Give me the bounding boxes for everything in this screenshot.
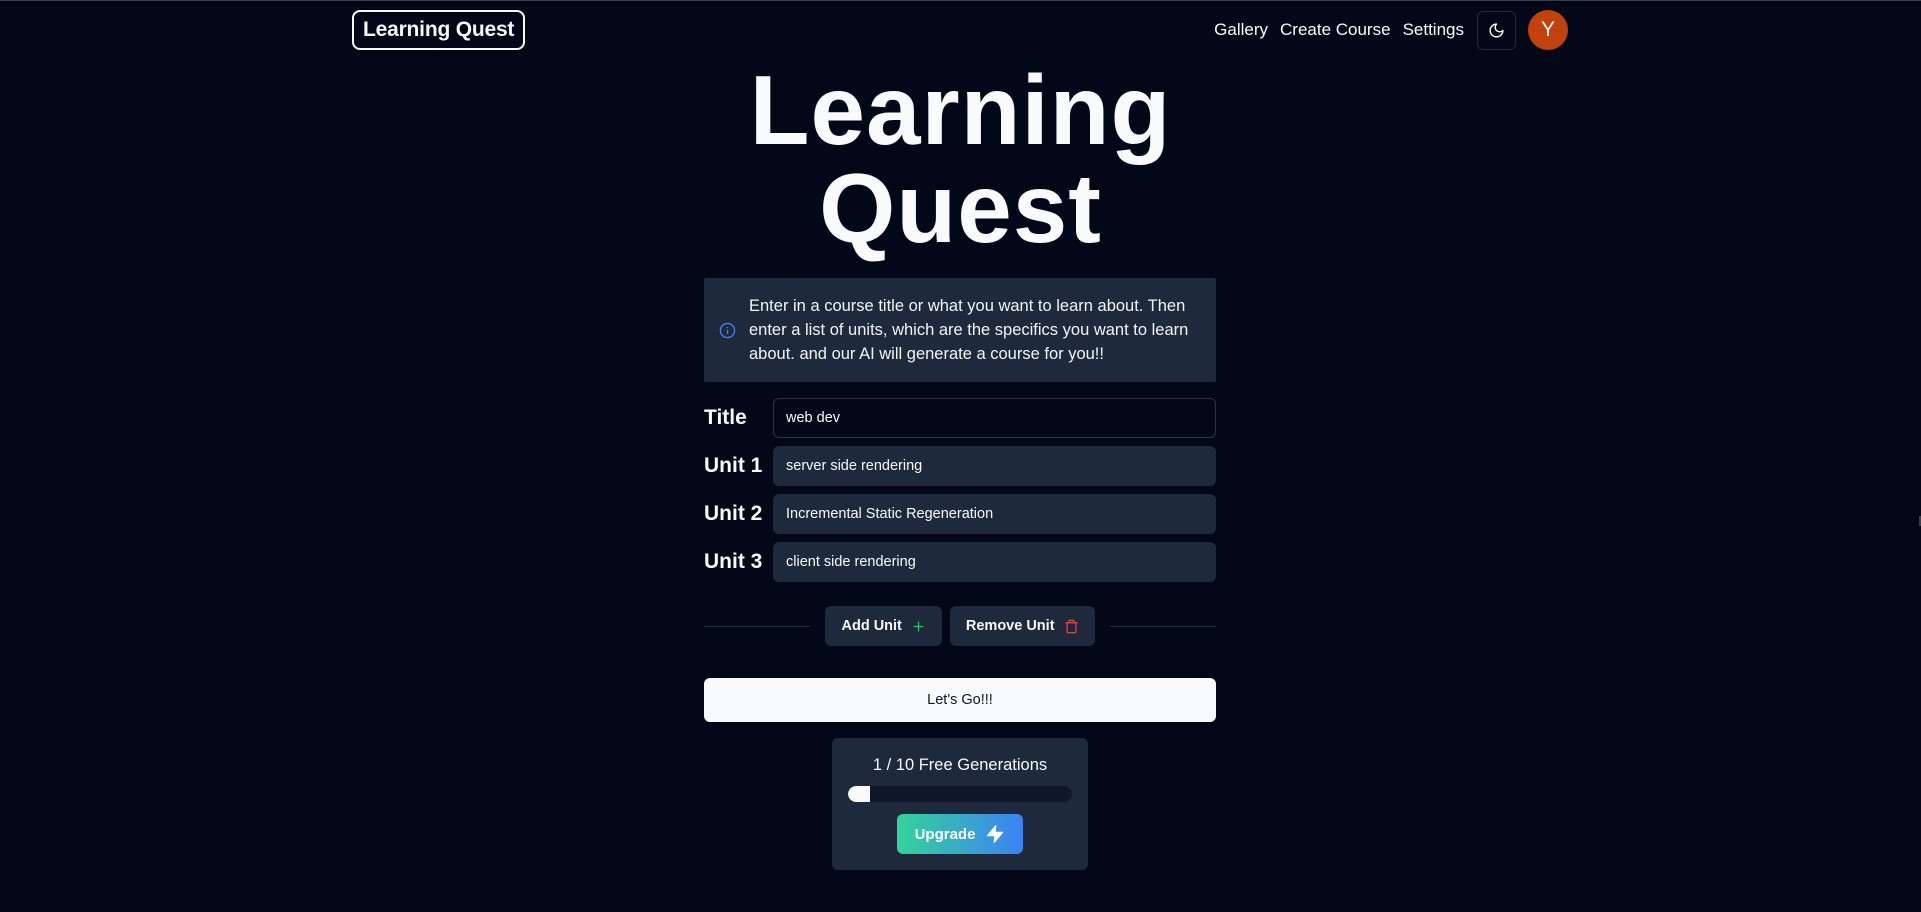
brand-logo-link[interactable]: Learning Quest: [352, 10, 526, 50]
unit-input[interactable]: [773, 542, 1216, 582]
subscription-card: 1 / 10 Free Generations Upgrade: [832, 738, 1088, 870]
remove-unit-button[interactable]: Remove Unit: [949, 606, 1095, 646]
unit-row: Unit 3: [704, 542, 1216, 582]
unit-row: Unit 2: [704, 494, 1216, 534]
upgrade-button[interactable]: Upgrade: [897, 814, 1023, 854]
free-generations-text: 1 / 10 Free Generations: [872, 756, 1048, 774]
add-unit-label: Add Unit: [841, 618, 902, 634]
nav-links: Gallery Create Course Settings Y: [1214, 10, 1568, 50]
title-label: Title: [704, 406, 747, 429]
hero-title: Learning Quest: [0, 61, 1921, 257]
nav-link-create-course[interactable]: Create Course: [1280, 20, 1391, 40]
remove-unit-label: Remove Unit: [965, 618, 1055, 634]
top-navbar: Learning Quest Gallery Create Course Set…: [352, 10, 1568, 50]
title-input[interactable]: [773, 398, 1216, 438]
theme-toggle-button[interactable]: [1477, 10, 1516, 50]
info-alert: Enter in a course title or what you want…: [704, 278, 1216, 382]
nav-link-gallery[interactable]: Gallery: [1214, 20, 1268, 40]
unit-label: Unit 1: [704, 454, 763, 477]
plus-icon: [913, 621, 924, 631]
info-icon: [719, 322, 736, 338]
generations-progress-bar: [848, 786, 1072, 802]
generations-progress-fill: [848, 786, 871, 802]
trash-icon: [1064, 619, 1078, 633]
unit-label: Unit 2: [704, 502, 763, 525]
hero-title-line-2: Quest: [819, 153, 1102, 263]
divider-right: [1109, 625, 1217, 627]
submit-button[interactable]: Let's Go!!!: [704, 678, 1216, 722]
unit-input[interactable]: [773, 446, 1216, 486]
title-row: Title: [704, 398, 1216, 438]
moon-icon: [1489, 22, 1504, 38]
upgrade-label: Upgrade: [914, 825, 976, 843]
unit-label: Unit 3: [704, 550, 763, 573]
unit-input[interactable]: [773, 494, 1216, 534]
unit-actions-row: Add Unit Remove Unit: [704, 606, 1217, 646]
user-avatar[interactable]: Y: [1528, 10, 1568, 50]
add-unit-button[interactable]: Add Unit: [825, 606, 942, 646]
zap-icon: [987, 825, 1004, 843]
divider-left: [704, 625, 811, 627]
unit-row: Unit 1: [704, 446, 1216, 486]
hero-title-line-1: Learning: [749, 55, 1172, 165]
nav-link-settings[interactable]: Settings: [1403, 20, 1464, 40]
info-alert-text: Enter in a course title or what you want…: [749, 297, 1189, 363]
